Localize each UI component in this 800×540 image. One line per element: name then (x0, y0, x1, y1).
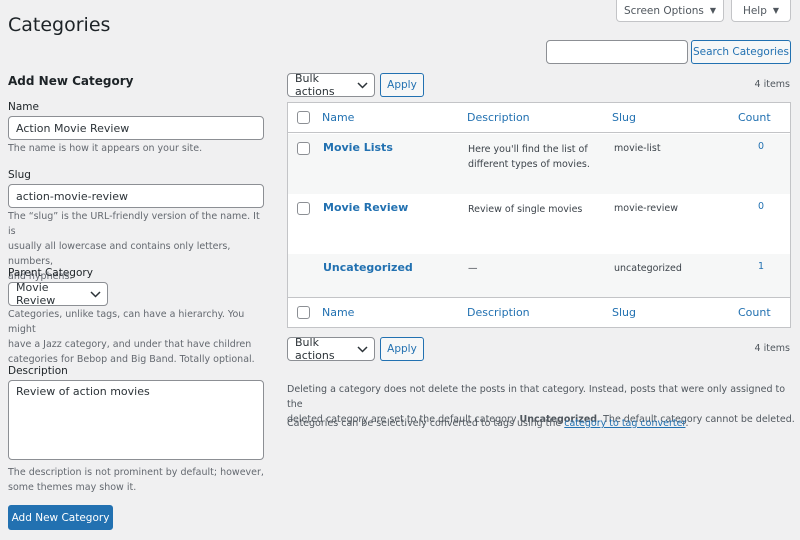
bulk-actions-value: Bulk actions (295, 336, 335, 362)
bulk-actions-value: Bulk actions (295, 72, 335, 98)
column-name-footer[interactable]: Name (322, 298, 354, 327)
category-description: — (468, 261, 478, 276)
category-to-tag-converter-link[interactable]: category to tag converter (564, 418, 685, 429)
slug-help-line: usually all lowercase and contains only … (8, 241, 231, 267)
description-line: Here you'll find the list of (468, 144, 588, 155)
category-slug: uncategorized (614, 263, 682, 274)
category-count-link[interactable]: 1 (751, 261, 771, 272)
items-count: 4 items (754, 79, 790, 90)
help-label: Help (742, 4, 767, 17)
description-label: Description (8, 365, 68, 377)
help-tab[interactable]: Help ▼ (731, 0, 791, 22)
triangle-down-icon: ▼ (709, 6, 717, 15)
category-count-link[interactable]: 0 (751, 201, 771, 212)
bulk-actions-select[interactable]: Bulk actions (287, 72, 375, 98)
add-new-category-button[interactable]: Add New Category (8, 505, 113, 530)
table-row: Uncategorized — uncategorized 1 (288, 254, 790, 298)
delete-note-line: Deleting a category does not delete the … (287, 384, 786, 410)
table-footer: Name Description Slug Count (288, 297, 790, 327)
column-slug-header[interactable]: Slug (612, 103, 636, 132)
parent-help-line: Categories, unlike tags, can have a hier… (8, 309, 245, 335)
description-value: Review of action movies (16, 385, 150, 398)
description-help-line: some themes may show it. (8, 482, 137, 493)
name-field[interactable]: Action Movie Review (8, 116, 264, 140)
search-categories-button[interactable]: Search Categories (691, 40, 791, 64)
name-label: Name (8, 101, 39, 113)
chevron-down-icon (89, 288, 101, 300)
column-count-header[interactable]: Count (738, 103, 771, 132)
row-checkbox[interactable] (297, 142, 310, 155)
row-checkbox[interactable] (297, 202, 310, 215)
page-title: Categories (8, 14, 111, 36)
parent-category-select[interactable]: Movie Review (8, 281, 108, 307)
parent-category-help: Categories, unlike tags, can have a hier… (8, 307, 270, 367)
column-count-footer[interactable]: Count (738, 298, 771, 327)
slug-label: Slug (8, 169, 31, 181)
description-help-line: The description is not prominent by defa… (8, 467, 264, 478)
category-name-link[interactable]: Movie Review (323, 201, 408, 214)
category-description: Here you'll find the list of different t… (468, 142, 590, 172)
chevron-down-icon (357, 79, 368, 91)
category-slug: movie-list (614, 143, 661, 154)
apply-button[interactable]: Apply (380, 73, 424, 97)
chevron-down-icon (357, 343, 368, 355)
slug-field-value: action-movie-review (16, 189, 128, 203)
items-count-bottom: 4 items (754, 343, 790, 354)
category-name-link[interactable]: Uncategorized (323, 261, 413, 274)
bulk-actions-select-bottom[interactable]: Bulk actions (287, 336, 375, 362)
description-textarea[interactable]: Review of action movies (8, 380, 264, 460)
apply-button-bottom[interactable]: Apply (380, 337, 424, 361)
table-header: Name Description Slug Count (288, 103, 790, 133)
name-help: The name is how it appears on your site. (8, 143, 203, 154)
column-slug-footer[interactable]: Slug (612, 298, 636, 327)
column-name-header[interactable]: Name (322, 103, 354, 132)
category-count-link[interactable]: 0 (751, 141, 771, 152)
categories-table: Name Description Slug Count Movie Lists … (287, 102, 791, 328)
category-slug: movie-review (614, 203, 679, 214)
select-all-checkbox[interactable] (297, 306, 310, 319)
parent-category-label: Parent Category (8, 267, 93, 279)
table-row: Movie Review Review of single movies mov… (288, 194, 790, 254)
category-description: Review of single movies (468, 202, 582, 217)
column-description-footer[interactable]: Description (467, 298, 530, 327)
parent-category-value: Movie Review (16, 281, 56, 307)
triangle-down-icon: ▼ (772, 6, 780, 15)
description-help: The description is not prominent by defa… (8, 465, 270, 495)
category-name-link[interactable]: Movie Lists (323, 141, 393, 154)
convert-note-text: Categories can be selectively converted … (287, 418, 565, 429)
table-row: Movie Lists Here you'll find the list of… (288, 134, 790, 194)
column-description-header[interactable]: Description (467, 103, 530, 132)
search-input[interactable] (546, 40, 688, 64)
select-all-checkbox[interactable] (297, 111, 310, 124)
description-line: Review of single movies (468, 204, 583, 215)
convert-note-text: . (685, 418, 689, 429)
name-field-value: Action Movie Review (16, 121, 130, 135)
screen-options-label: Screen Options (623, 4, 704, 17)
description-line: — (468, 263, 478, 274)
parent-help-line: have a Jazz category, and under that hav… (8, 339, 252, 350)
screen-options-tab[interactable]: Screen Options ▼ (616, 0, 724, 22)
slug-field[interactable]: action-movie-review (8, 184, 264, 208)
convert-note: Categories can be selectively converted … (287, 416, 795, 431)
form-heading: Add New Category (8, 74, 134, 88)
slug-help-line: The “slug” is the URL-friendly version o… (8, 211, 260, 237)
description-line: different types of movies. (468, 159, 590, 170)
